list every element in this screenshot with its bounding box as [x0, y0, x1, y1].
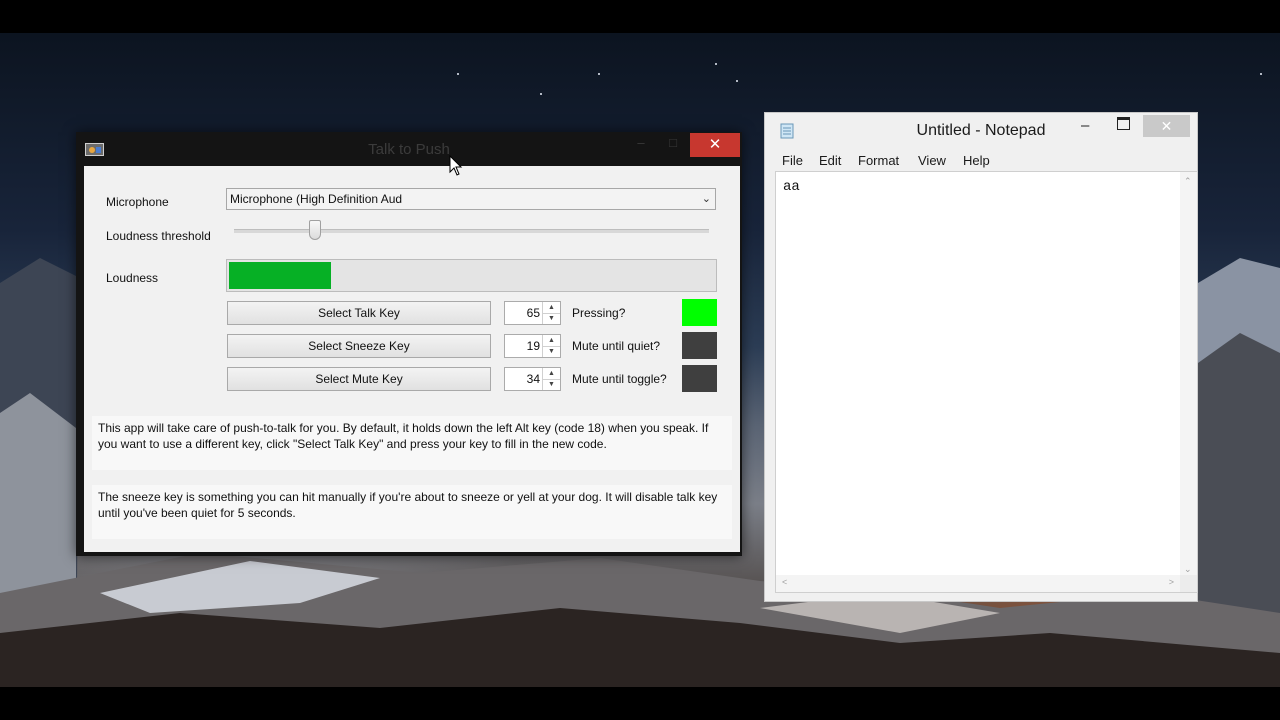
notepad-window: Untitled - Notepad – ✕ File Edit Format … — [764, 112, 1198, 602]
chevron-down-icon[interactable]: ⌄ — [702, 192, 711, 205]
loudness-meter-fill — [229, 262, 332, 289]
microphone-select-value: Microphone (High Definition Aud — [230, 192, 403, 206]
pressing-indicator — [682, 299, 717, 326]
stepper-down-icon[interactable]: ▼ — [543, 346, 560, 357]
menu-format[interactable]: Format — [858, 153, 899, 168]
mute-until-toggle-indicator — [682, 365, 717, 392]
talk-to-push-window: Talk to Push – □ ✕ Microphone Microphone… — [76, 132, 742, 556]
minimize-button[interactable]: – — [628, 132, 654, 154]
sneeze-key-code-value: 19 — [526, 339, 540, 353]
select-mute-key-button[interactable]: Select Mute Key — [227, 367, 491, 391]
notepad-title-bar[interactable]: Untitled - Notepad – ✕ — [765, 113, 1197, 149]
resize-grip-icon[interactable] — [1180, 575, 1197, 592]
menu-file[interactable]: File — [782, 153, 803, 168]
title-bar[interactable]: Talk to Push – □ ✕ — [76, 132, 742, 166]
microphone-label: Microphone — [106, 195, 169, 209]
notepad-menu-bar: File Edit Format View Help — [765, 149, 1197, 171]
sneeze-key-code-stepper[interactable]: 19 ▲ ▼ — [504, 334, 561, 358]
loudness-meter — [226, 259, 717, 292]
scroll-right-icon[interactable]: > — [1169, 577, 1174, 587]
mute-key-code-value: 34 — [526, 372, 540, 386]
stepper-buttons: ▲ ▼ — [542, 335, 560, 357]
mute-until-quiet-label: Mute until quiet? — [572, 339, 661, 353]
scroll-up-icon[interactable]: ⌃ — [1184, 176, 1192, 187]
loudness-threshold-label: Loudness threshold — [106, 229, 211, 243]
microphone-select[interactable]: Microphone (High Definition Aud ⌄ — [226, 188, 716, 210]
mute-key-code-stepper[interactable]: 34 ▲ ▼ — [504, 367, 561, 391]
select-sneeze-key-button[interactable]: Select Sneeze Key — [227, 334, 491, 358]
menu-help[interactable]: Help — [963, 153, 990, 168]
loudness-threshold-slider-track[interactable] — [234, 229, 709, 233]
talk-key-code-stepper[interactable]: 65 ▲ ▼ — [504, 301, 561, 325]
menu-edit[interactable]: Edit — [819, 153, 841, 168]
window-client-area: Microphone Microphone (High Definition A… — [84, 166, 740, 552]
close-button[interactable]: ✕ — [690, 133, 740, 157]
stepper-down-icon[interactable]: ▼ — [543, 313, 560, 324]
loudness-threshold-slider-thumb[interactable] — [308, 220, 321, 240]
maximize-button[interactable]: □ — [660, 132, 686, 154]
horizontal-scrollbar[interactable]: < > — [776, 575, 1180, 592]
talk-key-code-value: 65 — [526, 306, 540, 320]
notepad-text-area[interactable]: aa ⌃ ⌄ < > — [775, 171, 1198, 593]
video-letterbox-top — [0, 0, 1280, 33]
stepper-buttons: ▲ ▼ — [542, 302, 560, 324]
vertical-scrollbar[interactable]: ⌃ ⌄ — [1180, 172, 1197, 577]
notepad-close-button[interactable]: ✕ — [1143, 115, 1190, 137]
loudness-label: Loudness — [106, 271, 159, 285]
notepad-content: aa — [783, 179, 800, 195]
notepad-window-title: Untitled - Notepad — [916, 122, 1046, 139]
scroll-left-icon[interactable]: < — [782, 577, 787, 587]
notepad-minimize-button[interactable]: – — [1081, 117, 1089, 134]
pressing-label: Pressing? — [572, 306, 626, 320]
scroll-down-icon[interactable]: ⌄ — [1184, 564, 1192, 575]
sneeze-key-info-text: The sneeze key is something you can hit … — [92, 485, 732, 539]
mute-until-quiet-indicator — [682, 332, 717, 359]
video-letterbox-bottom — [0, 687, 1280, 720]
notepad-maximize-button[interactable] — [1117, 117, 1130, 130]
push-to-talk-info-text: This app will take care of push-to-talk … — [92, 416, 732, 470]
select-talk-key-button[interactable]: Select Talk Key — [227, 301, 491, 325]
stepper-buttons: ▲ ▼ — [542, 368, 560, 390]
stepper-down-icon[interactable]: ▼ — [543, 379, 560, 390]
mouse-cursor-icon — [449, 155, 463, 176]
mute-until-toggle-label: Mute until toggle? — [572, 372, 667, 386]
menu-view[interactable]: View — [918, 153, 946, 168]
